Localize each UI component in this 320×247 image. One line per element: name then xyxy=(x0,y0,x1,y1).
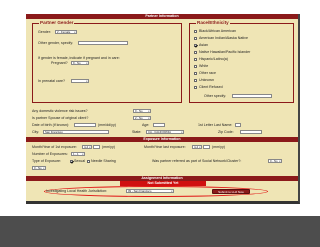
race-option-label: Asian xyxy=(199,43,208,47)
race-checkbox[interactable] xyxy=(194,71,197,75)
first-exposure-format: (mm/yy) xyxy=(102,145,115,149)
female-question: If gender is female, indicate if pregnan… xyxy=(38,56,120,60)
prenatal-select[interactable] xyxy=(71,79,89,83)
last-exposure-label: Month/Year last exposure: xyxy=(144,145,186,149)
race-legend: Race/Ethnicity xyxy=(196,20,230,25)
partner-form: Partner Information Partner Gender Gende… xyxy=(26,14,300,204)
race-checkbox[interactable] xyxy=(194,64,197,68)
exposure-type-checkbox[interactable] xyxy=(87,159,90,163)
dob-format: (mm/dd/yy) xyxy=(98,123,116,127)
age-input[interactable] xyxy=(153,123,165,127)
race-option-label: Unknown xyxy=(199,78,214,82)
race-checkbox[interactable] xyxy=(194,78,197,82)
other-gender-input[interactable] xyxy=(78,41,128,45)
violence-select[interactable]: 0 - No xyxy=(133,109,151,113)
race-option-label: Native Hawaiian/Pacific Islander xyxy=(199,50,251,54)
exposure-type-checkbox[interactable] xyxy=(70,159,73,163)
race-checkbox[interactable] xyxy=(194,85,197,89)
exposure-type-label: Sexual xyxy=(74,159,85,163)
race-checkbox[interactable] xyxy=(194,29,197,33)
social-network-label: Was partner referred as part of Social N… xyxy=(152,159,242,163)
city-input[interactable]: San Francisco xyxy=(43,130,109,134)
last-exposure-month[interactable]: 4-4 xyxy=(192,145,202,149)
exposure-header: Exposure Information xyxy=(26,137,298,142)
submit-lhj-button[interactable]: Submit to LHJ Now xyxy=(212,188,250,194)
first-last-label: 1st Letter Last Name: xyxy=(198,123,233,127)
city-label: City: xyxy=(32,130,40,134)
zip-input[interactable] xyxy=(240,130,262,134)
race-option-label: American Indian/Alaska Native xyxy=(199,36,248,40)
spouse-label: Is partner Spouse of original client? xyxy=(32,116,89,120)
race-option-label: Black/African American xyxy=(199,29,236,33)
race-checkbox[interactable] xyxy=(194,57,197,61)
number-exposures-label: Number of Exposures: xyxy=(32,152,68,156)
first-exposure-label: Month/Year of 1st exposure: xyxy=(32,145,77,149)
gender-label: Gender: xyxy=(38,30,51,34)
pregnant-select[interactable]: 9 - No xyxy=(71,61,89,65)
other-specify-label: Other specify: xyxy=(204,94,227,98)
partner-gender-section: Partner Gender Gender: 2 - Female Other … xyxy=(32,20,182,103)
race-checkbox[interactable] xyxy=(194,50,197,54)
zip-label: Zip Code: xyxy=(218,130,234,134)
first-exposure-month[interactable]: 4-4 xyxy=(82,145,92,149)
pregnant-label: Pregnant? xyxy=(51,61,68,65)
state-label: State: xyxy=(132,130,142,134)
violence-label: Any domestic violence risk issues? xyxy=(32,109,88,113)
jurisdiction-select[interactable]: 09 - San Francisco xyxy=(126,189,174,193)
gender-select[interactable]: 2 - Female xyxy=(55,30,77,34)
exposure-extra-select[interactable]: 0 - No xyxy=(32,166,46,170)
age-label: Age: xyxy=(142,123,150,127)
type-exposure-label: Type of Exposure: xyxy=(32,159,61,163)
race-option-label: Other race xyxy=(199,71,216,75)
race-option-label: Client Refused xyxy=(199,85,223,89)
other-specify-input[interactable] xyxy=(232,94,272,98)
state-select[interactable]: CA - CALIFORNIA xyxy=(146,130,184,134)
social-network-select[interactable]: 0 - No xyxy=(268,159,282,163)
dob-label: Date of birth (if known): xyxy=(32,123,70,127)
prenatal-label: In prenatal care? xyxy=(38,79,65,83)
other-gender-label: Other gender, specify: xyxy=(38,41,74,45)
race-section: Race/Ethnicity Black/African American Ame… xyxy=(189,20,294,103)
exposure-type-label: Needle Sharing xyxy=(91,159,116,163)
race-option-label: White xyxy=(199,64,209,68)
dob-input[interactable] xyxy=(74,123,96,127)
partner-gender-legend: Partner Gender xyxy=(39,20,75,25)
spouse-select[interactable]: 2 - No xyxy=(133,116,151,120)
last-exposure-format: (mm/yy) xyxy=(212,145,225,149)
race-checkbox[interactable] xyxy=(194,43,197,47)
first-last-input[interactable] xyxy=(235,123,241,127)
bottom-band xyxy=(0,216,320,247)
race-option-label: Hispanic/Latino(a) xyxy=(199,57,228,61)
first-exposure-year[interactable] xyxy=(93,145,100,149)
race-checkbox[interactable] xyxy=(194,36,197,40)
jurisdiction-label: Investigating Local Health Jurisdiction: xyxy=(46,189,108,193)
last-exposure-year[interactable] xyxy=(203,145,210,149)
partner-info-header: Partner Information xyxy=(26,14,298,19)
number-exposures-select[interactable]: 1 - 1 xyxy=(71,152,85,156)
